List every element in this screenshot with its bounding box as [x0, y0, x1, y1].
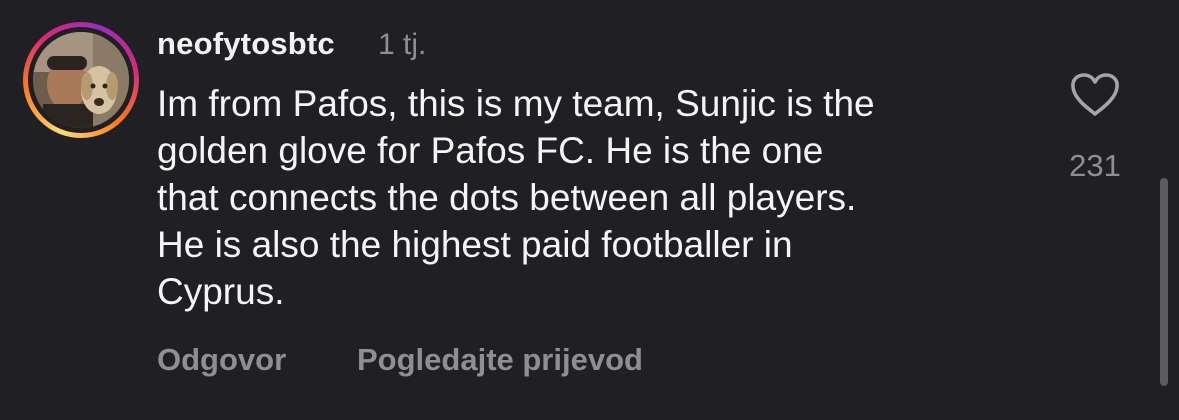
heart-outline-icon[interactable] — [1070, 72, 1120, 118]
comment-timestamp: 1 tj. — [378, 28, 427, 61]
see-translation-button[interactable]: Pogledajte prijevod — [357, 342, 643, 378]
comment-text-line: He is also the highest paid footballer i… — [157, 224, 793, 265]
avatar-photo — [33, 32, 129, 128]
avatar[interactable] — [33, 32, 129, 128]
comment-text-line: Im from Pafos, this is my team, Sunjic i… — [157, 83, 875, 124]
comment-text-line: that connects the dots between all playe… — [157, 177, 857, 218]
comment-text-line: golden glove for Pafos FC. He is the one — [157, 130, 824, 171]
comment-item: neofytosbtc 1 tj. Im from Pafos, this is… — [0, 0, 1179, 420]
comment-username[interactable]: neofytosbtc — [157, 26, 335, 62]
comment-text: Im from Pafos, this is my team, Sunjic i… — [157, 80, 1037, 315]
avatar-ring-gap — [28, 27, 134, 133]
comment-text-line: Cyprus. — [157, 271, 285, 312]
scrollbar-thumb[interactable] — [1160, 178, 1168, 386]
like-count[interactable]: 231 — [1062, 148, 1128, 184]
story-ring[interactable] — [23, 22, 139, 138]
reply-button[interactable]: Odgovor — [157, 342, 286, 378]
